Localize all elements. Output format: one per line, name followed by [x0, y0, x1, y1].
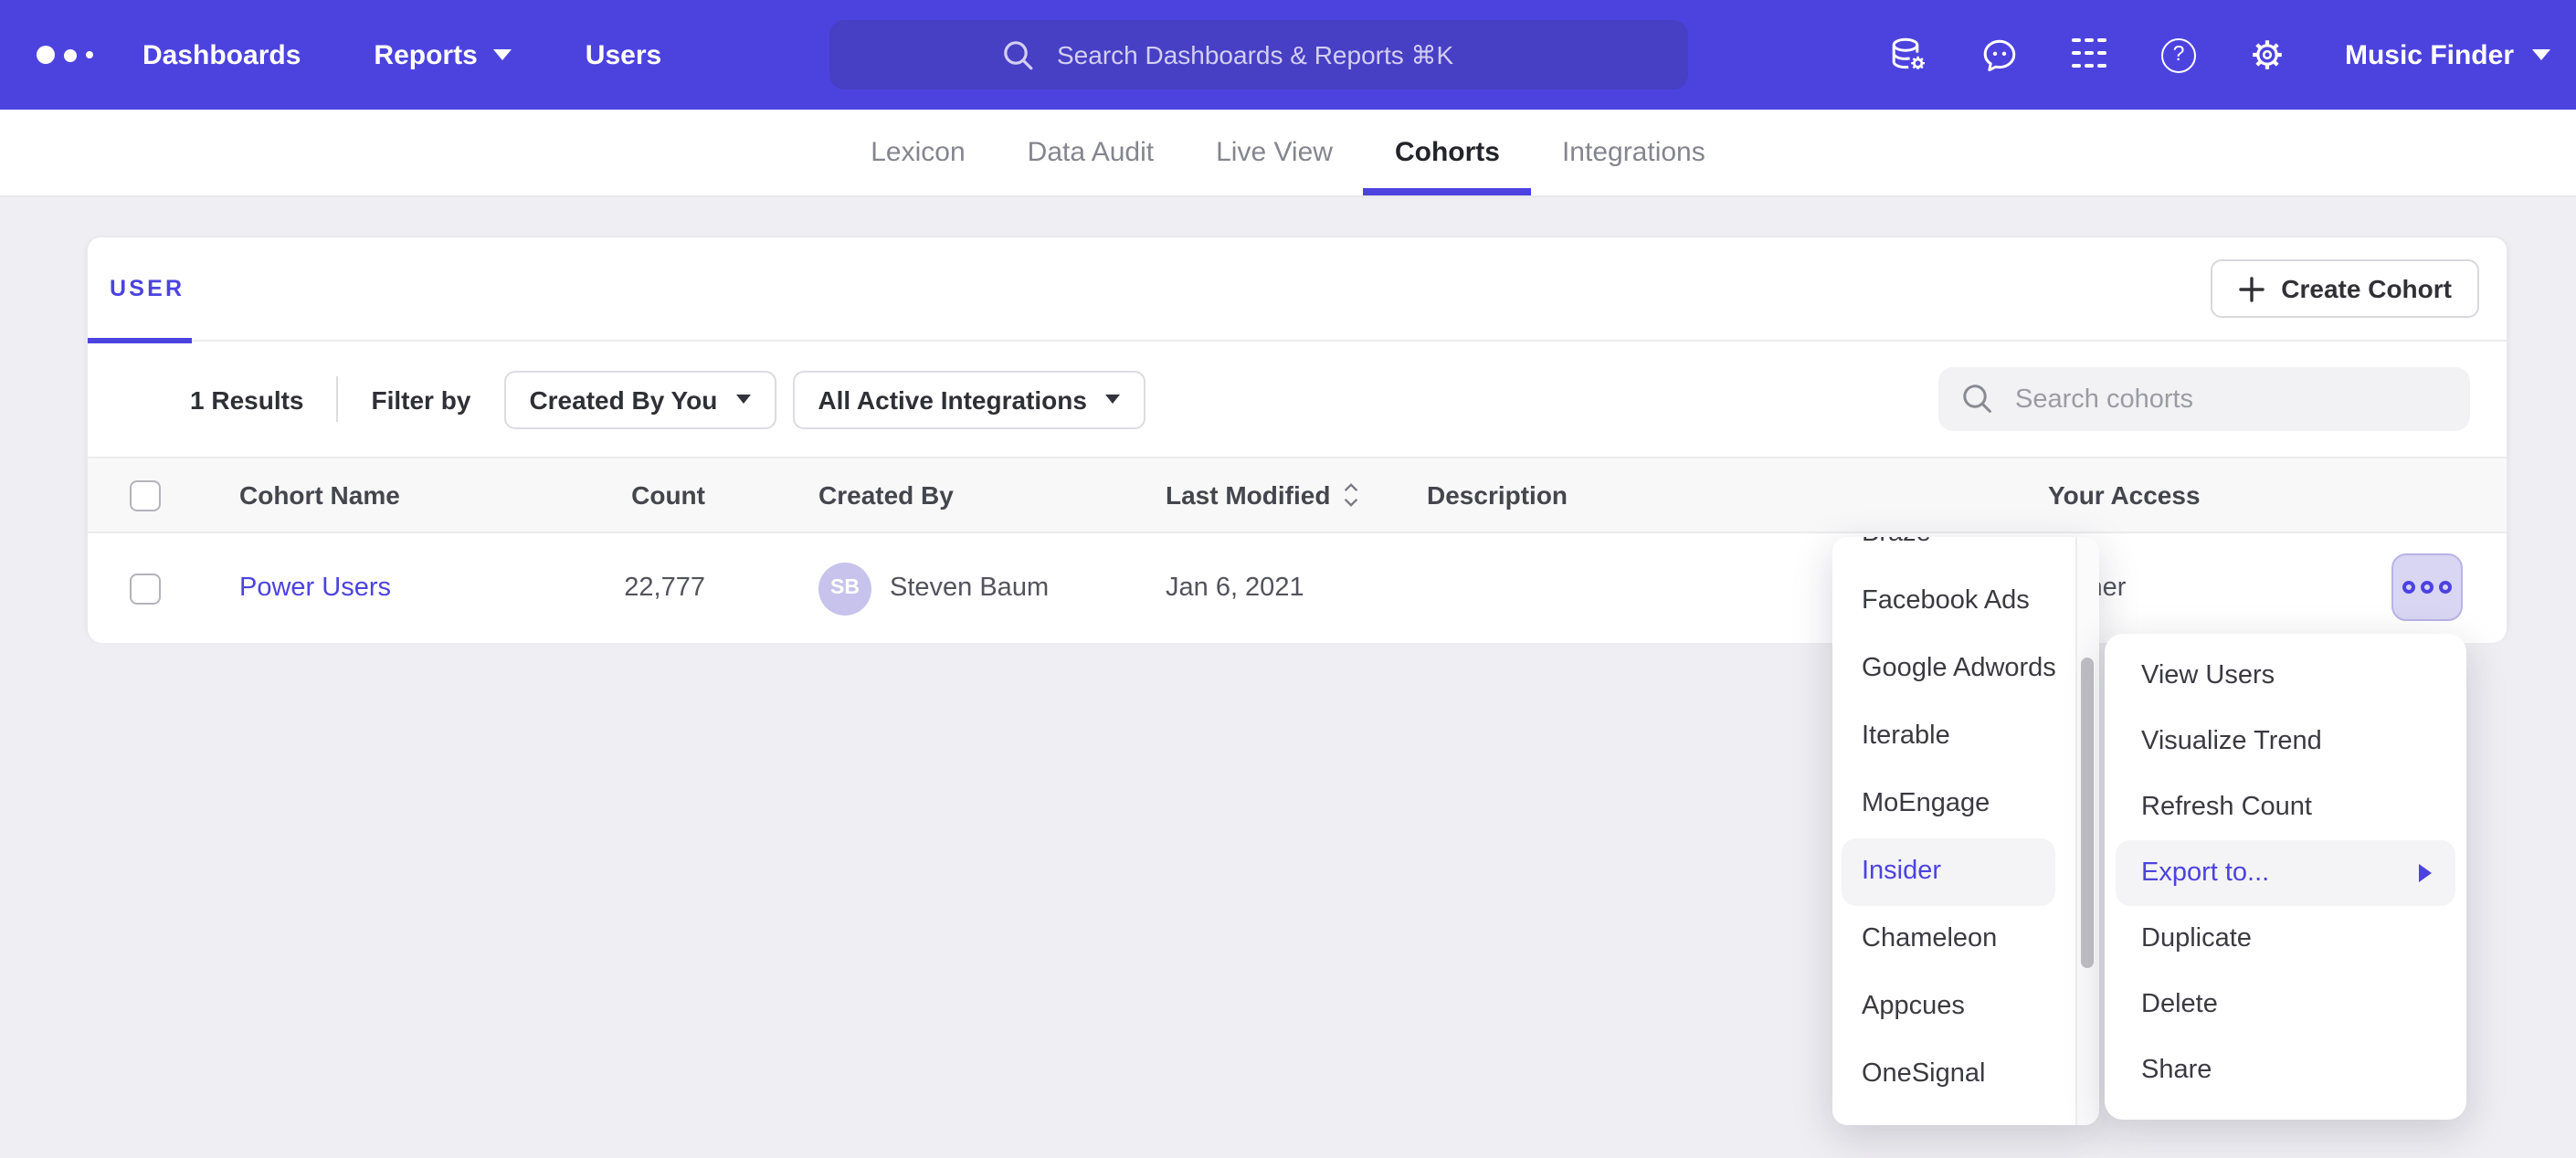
export-to-submenu: Braze Facebook Ads Google Adwords Iterab…	[1832, 537, 2099, 1125]
row-actions-button[interactable]	[2391, 553, 2463, 621]
section-tabbar: Lexicon Data Audit Live View Cohorts Int…	[0, 110, 2576, 197]
header-your-access[interactable]: Your Access	[2048, 458, 2201, 532]
export-option-appcues[interactable]: Appcues	[1832, 974, 2099, 1041]
export-option-chameleon[interactable]: Chameleon	[1832, 906, 2099, 974]
chevron-down-icon	[1105, 395, 1120, 404]
user-type-tab[interactable]: USER	[110, 237, 185, 340]
scrollbar-track	[2075, 537, 2099, 1125]
header-cohort-name[interactable]: Cohort Name	[239, 458, 400, 532]
divider	[337, 376, 339, 422]
card-header: USER Create Cohort	[88, 237, 2507, 342]
tab-integrations[interactable]: Integrations	[1531, 110, 1737, 195]
cohort-search-input[interactable]	[2011, 383, 2421, 416]
dot-icon	[2439, 581, 2452, 594]
help-icon[interactable]: ?	[2159, 35, 2199, 75]
export-option-iterable[interactable]: Iterable	[1832, 703, 2099, 771]
header-description[interactable]: Description	[1427, 458, 1568, 532]
menu-item-duplicate[interactable]: Duplicate	[2105, 906, 2466, 972]
dot-icon	[2421, 581, 2433, 594]
filter-by-label: Filter by	[372, 384, 471, 414]
nav-item-dashboards[interactable]: Dashboards	[143, 39, 301, 70]
top-navbar: Dashboards Reports Users ? Music Finder	[0, 0, 2576, 110]
chevron-down-icon	[735, 395, 750, 404]
nav-item-reports[interactable]: Reports	[374, 39, 512, 70]
results-count: 1 Results	[190, 384, 304, 414]
cohort-search-bar[interactable]	[1938, 367, 2470, 431]
create-cohort-button[interactable]: Create Cohort	[2210, 259, 2479, 318]
created-by-cell: SB Steven Baum	[818, 533, 1049, 643]
menu-item-refresh-count[interactable]: Refresh Count	[2105, 774, 2466, 840]
apps-grid-icon[interactable]	[2069, 35, 2109, 75]
sort-icon[interactable]	[1343, 482, 1359, 508]
chevron-down-icon	[2532, 49, 2550, 60]
menu-item-share[interactable]: Share	[2105, 1037, 2466, 1103]
scrollbar-thumb[interactable]	[2081, 658, 2094, 968]
header-count[interactable]: Count	[504, 458, 705, 532]
cohort-count: 22,777	[504, 533, 705, 643]
navbar-right: ? Music Finder	[1890, 0, 2550, 110]
export-option-onesignal[interactable]: OneSignal	[1832, 1041, 2099, 1109]
submenu-arrow-icon	[2419, 864, 2432, 882]
tab-live-view[interactable]: Live View	[1185, 110, 1364, 195]
created-by-filter-dropdown[interactable]: Created By You	[503, 370, 776, 428]
menu-item-delete[interactable]: Delete	[2105, 972, 2466, 1037]
select-all-checkbox[interactable]	[130, 479, 161, 511]
row-checkbox[interactable]	[130, 573, 161, 604]
export-option-moengage[interactable]: MoEngage	[1832, 771, 2099, 838]
cohorts-card: USER Create Cohort 1 Results Filter by C…	[86, 236, 2508, 639]
created-by-name: Steven Baum	[890, 574, 1049, 603]
export-option-facebook-ads[interactable]: Facebook Ads	[1832, 568, 2099, 636]
table-header: Cohort Name Count Created By Last Modifi…	[88, 458, 2507, 533]
global-search-bar[interactable]	[829, 20, 1688, 89]
export-options-list: Braze Facebook Ads Google Adwords Iterab…	[1832, 537, 2099, 1109]
menu-item-visualize-trend[interactable]: Visualize Trend	[2105, 709, 2466, 774]
workspace-switcher[interactable]: Music Finder	[2345, 39, 2550, 70]
data-gear-icon[interactable]	[1890, 35, 1930, 75]
export-option-google-adwords[interactable]: Google Adwords	[1832, 636, 2099, 703]
menu-item-view-users[interactable]: View Users	[2105, 643, 2466, 709]
active-tab-underline	[88, 338, 192, 343]
tab-lexicon[interactable]: Lexicon	[839, 110, 996, 195]
header-created-by[interactable]: Created By	[818, 458, 954, 532]
chevron-down-icon	[494, 49, 512, 60]
tab-cohorts[interactable]: Cohorts	[1364, 110, 1531, 195]
app-window: Dashboards Reports Users ? Music Finder	[0, 0, 2576, 1158]
mixpanel-logo-icon[interactable]	[37, 0, 93, 110]
dot-icon	[2402, 581, 2415, 594]
plus-icon	[2237, 275, 2265, 302]
header-last-modified[interactable]: Last Modified	[1166, 458, 1359, 532]
avatar: SB	[818, 562, 871, 615]
search-icon	[1000, 37, 1035, 72]
integrations-filter-dropdown[interactable]: All Active Integrations	[792, 370, 1145, 428]
last-modified-cell: Jan 6, 2021	[1166, 533, 1304, 643]
nav-item-users[interactable]: Users	[586, 39, 661, 70]
workspace-name: Music Finder	[2345, 39, 2514, 70]
settings-gear-icon[interactable]	[2248, 35, 2288, 75]
global-search-input[interactable]	[1053, 38, 1517, 71]
cohort-name-link[interactable]: Power Users	[239, 574, 391, 603]
export-option-braze[interactable]: Braze	[1832, 537, 2099, 568]
filter-toolbar: 1 Results Filter by Created By You All A…	[88, 342, 2507, 458]
table-row[interactable]: Power Users 22,777 SB Steven Baum Jan 6,…	[88, 533, 2507, 643]
nav-links: Dashboards Reports Users	[143, 0, 661, 110]
export-option-insider[interactable]: Insider	[1842, 838, 2055, 906]
search-icon	[1960, 382, 1995, 416]
menu-item-export-to[interactable]: Export to...	[2116, 840, 2455, 906]
row-context-menu: View Users Visualize Trend Refresh Count…	[2105, 634, 2466, 1120]
feedback-bubble-icon[interactable]	[1980, 35, 2020, 75]
tab-data-audit[interactable]: Data Audit	[997, 110, 1185, 195]
